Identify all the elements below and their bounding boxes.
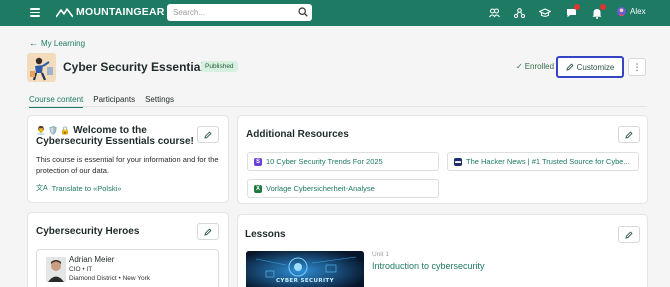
brand-logo[interactable]: MOUNTAINGEAR bbox=[56, 6, 165, 18]
lessons-card: Lessons CYBER SECURITY Unit 1 Introducti… bbox=[237, 214, 648, 287]
welcome-heading: 👨‍💼 🛡️ 🔒 Welcome to the Cybersecurity Es… bbox=[36, 125, 194, 147]
user-name: Alex bbox=[630, 7, 646, 16]
avatar bbox=[617, 7, 626, 16]
lessons-heading: Lessons bbox=[245, 229, 286, 240]
unit-label: Unit 1 bbox=[372, 251, 389, 258]
brand-name: MOUNTAINGEAR bbox=[76, 6, 165, 18]
lesson-title[interactable]: Introduction to cybersecurity bbox=[372, 261, 485, 271]
bell-notification-badge bbox=[600, 4, 606, 10]
chat-notification-badge bbox=[574, 4, 580, 10]
back-label: My Learning bbox=[41, 38, 86, 48]
back-to-my-learning-link[interactable]: ← My Learning bbox=[29, 38, 85, 48]
search-input[interactable] bbox=[173, 8, 293, 17]
chat-icon[interactable] bbox=[564, 4, 580, 20]
resources-heading: Additional Resources bbox=[246, 129, 349, 140]
status-badge: Published bbox=[201, 61, 238, 72]
welcome-emojis: 👨‍💼 🛡️ 🔒 bbox=[36, 126, 71, 135]
edit-resources-button[interactable] bbox=[618, 126, 640, 143]
more-vertical-icon: ⋮ bbox=[632, 61, 642, 72]
heroes-heading: Cybersecurity Heroes bbox=[36, 226, 140, 237]
user-menu[interactable]: Alex bbox=[617, 7, 646, 16]
arrow-left-icon: ← bbox=[29, 38, 38, 48]
tab-settings[interactable]: Settings bbox=[145, 95, 174, 108]
pencil-icon bbox=[204, 227, 212, 236]
resource-label: Vorlage Cybersicherheit-Analyse bbox=[266, 184, 375, 193]
bell-icon[interactable] bbox=[590, 4, 606, 20]
hero-photo bbox=[46, 257, 66, 282]
hero-role: CIO • IT bbox=[69, 266, 93, 273]
lesson-thumb-text: CYBER SECURITY bbox=[276, 278, 334, 284]
customize-label: Customize bbox=[576, 62, 615, 72]
customize-button[interactable]: Customize bbox=[556, 56, 624, 78]
welcome-body: This course is essential for your inform… bbox=[36, 155, 219, 175]
welcome-card: 👨‍💼 🛡️ 🔒 Welcome to the Cybersecurity Es… bbox=[27, 115, 229, 203]
check-icon: ✓ bbox=[516, 62, 523, 71]
tab-course-content[interactable]: Course content bbox=[29, 95, 84, 108]
translate-link[interactable]: 文A Translate to «Polski» bbox=[36, 183, 121, 193]
search-box[interactable] bbox=[167, 4, 312, 21]
lesson-thumbnail[interactable]: CYBER SECURITY bbox=[246, 251, 364, 287]
welcome-heading-line1: Welcome to the bbox=[73, 125, 147, 136]
course-thumbnail bbox=[27, 53, 56, 82]
welcome-heading-line2: Cybersecurity Essentials course! bbox=[36, 136, 194, 147]
enrolled-status[interactable]: ✓ Enrolled bbox=[516, 62, 554, 71]
resource-label: The Hacker News | #1 Trusted Source for … bbox=[466, 157, 630, 166]
resource-label: 10 Cyber Security Trends For 2025 bbox=[266, 157, 383, 166]
edit-heroes-button[interactable] bbox=[197, 223, 219, 240]
top-navigation-bar: MOUNTAINGEAR Alex bbox=[0, 0, 670, 26]
news-icon: ▬ bbox=[454, 157, 462, 166]
document-icon: S bbox=[254, 157, 262, 166]
menu-icon[interactable] bbox=[30, 8, 40, 17]
cybersecurity-heroes-card: Cybersecurity Heroes Adrian Meier CIO • … bbox=[27, 212, 229, 287]
resource-link[interactable]: S 10 Cyber Security Trends For 2025 bbox=[247, 152, 439, 171]
more-options-button[interactable]: ⋮ bbox=[628, 58, 646, 76]
hero-location: Diamond District • New York bbox=[69, 275, 151, 282]
tab-participants[interactable]: Participants bbox=[93, 95, 135, 108]
edit-lessons-button[interactable] bbox=[618, 226, 640, 243]
pencil-icon bbox=[566, 63, 574, 71]
mountain-logo-icon bbox=[56, 7, 73, 17]
pencil-icon bbox=[625, 230, 633, 239]
org-icon[interactable] bbox=[512, 6, 526, 20]
resource-link[interactable]: ▬ The Hacker News | #1 Trusted Source fo… bbox=[447, 152, 639, 171]
additional-resources-card: Additional Resources S 10 Cyber Security… bbox=[237, 115, 648, 204]
people-icon[interactable] bbox=[487, 6, 501, 20]
pencil-icon bbox=[204, 130, 212, 139]
spreadsheet-icon: X bbox=[254, 184, 262, 193]
translate-label: Translate to «Polski» bbox=[51, 183, 122, 193]
pencil-icon bbox=[625, 130, 633, 139]
enrolled-label: Enrolled bbox=[524, 62, 555, 71]
search-icon[interactable] bbox=[298, 7, 308, 17]
hero-profile-card[interactable]: Adrian Meier CIO • IT Diamond District •… bbox=[36, 249, 219, 287]
graduation-cap-icon[interactable] bbox=[538, 6, 552, 20]
hero-name: Adrian Meier bbox=[69, 255, 115, 264]
resource-link[interactable]: X Vorlage Cybersicherheit-Analyse bbox=[247, 179, 439, 198]
edit-welcome-button[interactable] bbox=[197, 126, 219, 143]
translate-icon: 文A bbox=[36, 185, 48, 192]
course-tabs: Course content Participants Settings bbox=[29, 95, 184, 108]
course-title: Cyber Security Essentials bbox=[63, 60, 211, 74]
